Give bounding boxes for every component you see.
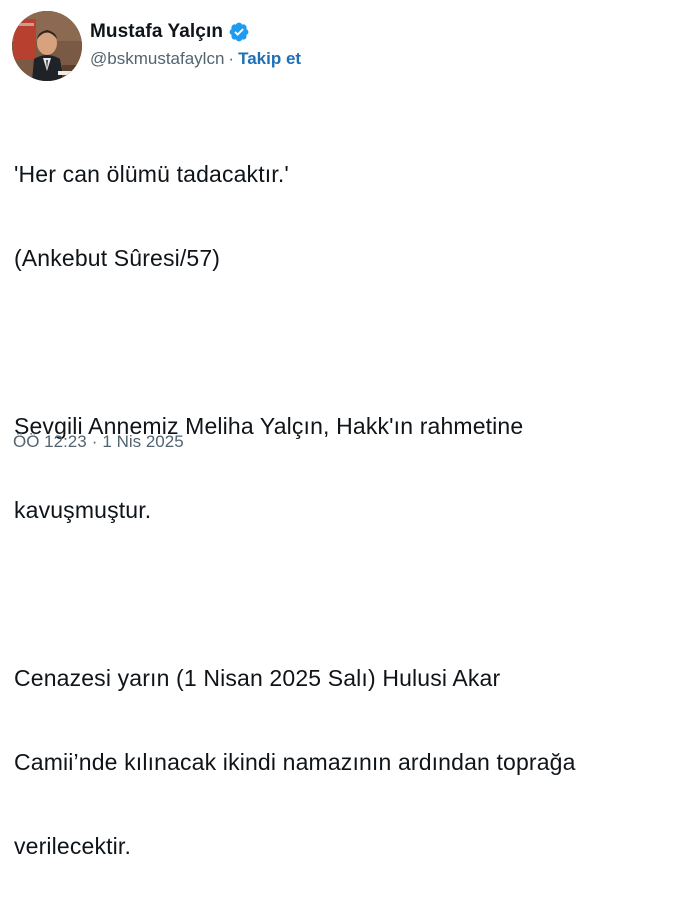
tweet-line: verilecektir. [14, 833, 131, 859]
verified-badge-icon [228, 21, 250, 43]
tweet-line: Camii’nde kılınacak ikindi namazının ard… [14, 749, 576, 775]
tweet-card: Mustafa Yalçın @bskmustafaylcn · Takip e… [0, 0, 690, 859]
tweet-line: kavuşmuştur. [14, 497, 152, 523]
tweet-text: 'Her can ölümü tadacaktır.' (Ankebut Sûr… [14, 104, 690, 916]
meta-separator: · [91, 432, 98, 451]
tweet-line [14, 328, 690, 356]
author-handle[interactable]: @bskmustafaylcn [90, 49, 224, 69]
avatar[interactable] [12, 11, 82, 81]
tweet-time[interactable]: ÖÖ 12:23 [13, 432, 87, 452]
author-display-name[interactable]: Mustafa Yalçın [90, 21, 223, 43]
tweet-line [14, 580, 690, 608]
follow-button[interactable]: Takip et [238, 49, 301, 69]
avatar-photo [12, 11, 82, 81]
author-handle-row: @bskmustafaylcn · Takip et [90, 49, 301, 69]
tweet-meta: ÖÖ 12:23 · 1 Nis 2025 [13, 432, 184, 452]
author-block: Mustafa Yalçın @bskmustafaylcn · Takip e… [90, 18, 301, 88]
handle-separator: · [228, 49, 235, 68]
author-name-row: Mustafa Yalçın [90, 18, 301, 46]
tweet-date[interactable]: 1 Nis 2025 [102, 432, 183, 452]
tweet-line: 'Her can ölümü tadacaktır.' [14, 161, 289, 187]
tweet-line: (Ankebut Sûresi/57) [14, 245, 221, 271]
tweet-line: Cenazesi yarın (1 Nisan 2025 Salı) Hulus… [14, 665, 501, 691]
